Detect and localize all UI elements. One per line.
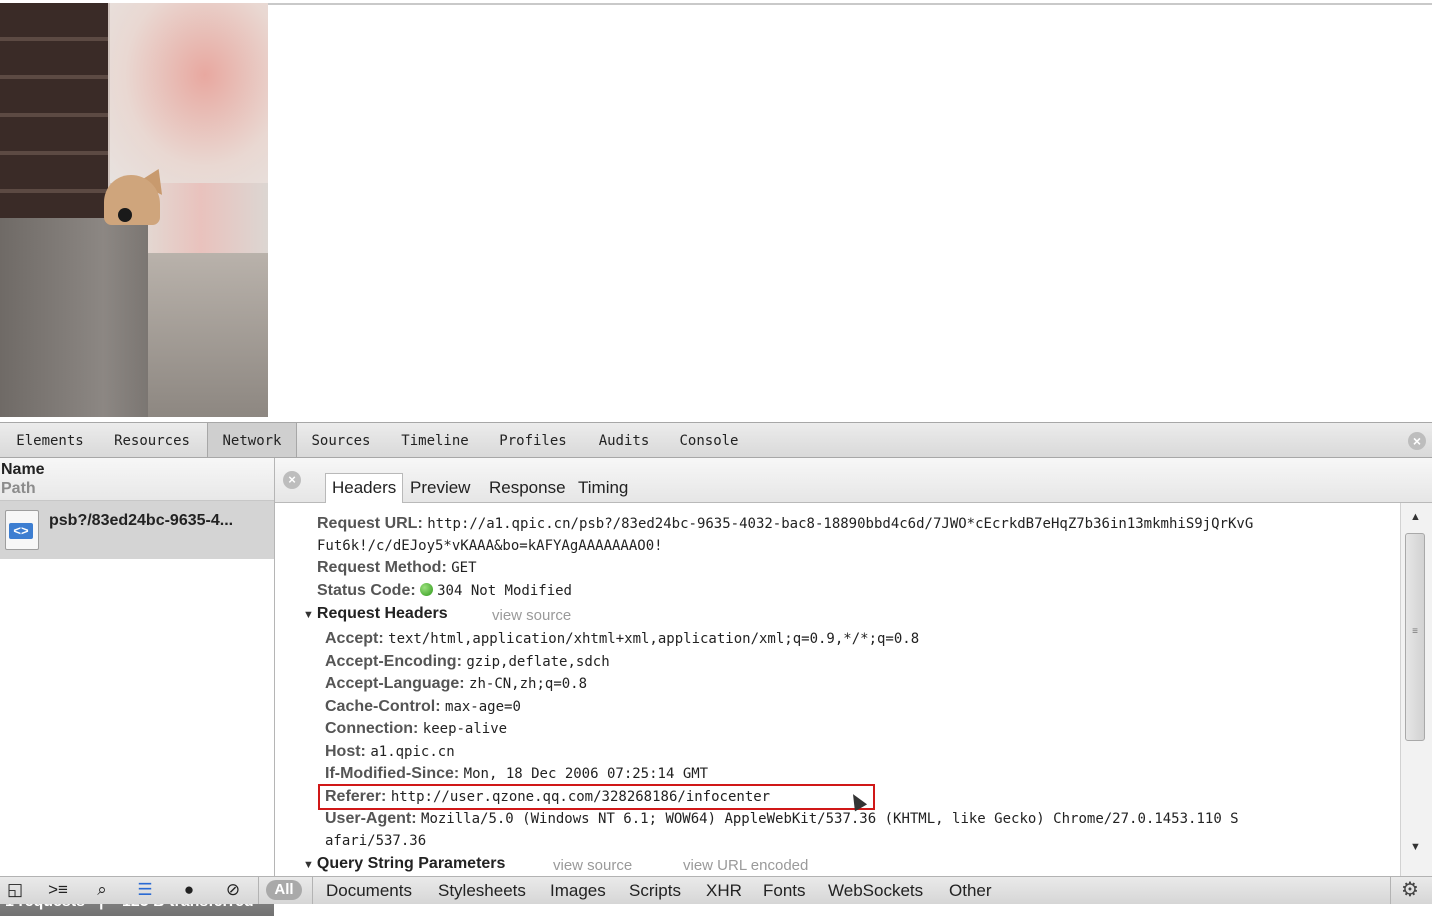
- referer-highlight-box: [318, 784, 875, 810]
- query-view-source-link[interactable]: view source: [553, 857, 632, 875]
- tab-preview[interactable]: Preview: [410, 475, 470, 501]
- filter-all[interactable]: All: [266, 880, 302, 900]
- gear-icon[interactable]: ⚙: [1398, 879, 1422, 901]
- dock-icon[interactable]: ◱: [4, 880, 26, 900]
- devtools-panel: Elements Resources Network Sources Timel…: [0, 418, 1432, 916]
- status-bar: ◱ >≡ ⌕ ☰ ● ⊘ All Documents Stylesheets I…: [0, 876, 1432, 904]
- disclosure-triangle-icon[interactable]: ▼: [303, 859, 314, 871]
- page-viewport: [0, 0, 1432, 418]
- request-headers-section[interactable]: ▼ Request Headers: [303, 605, 448, 623]
- filter-scripts[interactable]: Scripts: [629, 880, 681, 902]
- viewport-border: [268, 3, 1432, 5]
- view-source-link[interactable]: view source: [492, 607, 571, 625]
- header-row: User-Agent: Mozilla/5.0 (Windows NT 6.1;…: [325, 810, 1239, 827]
- tab-network[interactable]: Network: [207, 423, 297, 457]
- name-column-header[interactable]: Name: [1, 461, 45, 479]
- filter-images[interactable]: Images: [550, 880, 606, 902]
- request-row[interactable]: <> psb?/83ed24bc-9635-4...: [0, 501, 274, 559]
- header-row: Accept: text/html,application/xhtml+xml,…: [325, 630, 920, 647]
- scroll-down-arrow-icon[interactable]: ▼: [1410, 841, 1421, 853]
- header-row: Connection: keep-alive: [325, 720, 508, 737]
- header-row: Accept-Language: zh-CN,zh;q=0.8: [325, 675, 588, 692]
- status-ok-icon: [420, 583, 434, 596]
- tab-console[interactable]: Console: [670, 423, 748, 457]
- header-row: Host: a1.qpic.cn: [325, 743, 455, 760]
- cat-photo: [0, 3, 268, 417]
- request-list: Name Path <> psb?/83ed24bc-9635-4... 1 r…: [0, 458, 275, 916]
- headers-content: Request URL: http://a1.qpic.cn/psb?/83ed…: [275, 503, 1399, 876]
- record-icon[interactable]: ●: [178, 880, 200, 900]
- header-row: Cache-Control: max-age=0: [325, 698, 521, 715]
- request-method-row: Request Method: GET: [317, 559, 477, 576]
- request-list-header[interactable]: Name Path: [0, 458, 274, 501]
- status-code-row: Status Code: 304 Not Modified: [317, 582, 572, 599]
- query-params-section[interactable]: ▼ Query String Parameters: [303, 855, 505, 873]
- header-row: Accept-Encoding: gzip,deflate,sdch: [325, 653, 610, 670]
- path-column-header: Path: [1, 480, 36, 497]
- header-row: If-Modified-Since: Mon, 18 Dec 2006 07:2…: [325, 765, 709, 782]
- request-name: psb?/83ed24bc-9635-4...: [49, 512, 234, 529]
- filter-fonts[interactable]: Fonts: [763, 880, 806, 902]
- request-detail: × Headers Preview Response Timing Reques…: [275, 458, 1432, 876]
- html-file-icon: <>: [5, 510, 39, 550]
- filter-xhr[interactable]: XHR: [706, 880, 742, 902]
- tab-profiles[interactable]: Profiles: [490, 423, 576, 457]
- tab-resources[interactable]: Resources: [104, 423, 200, 457]
- filter-other[interactable]: Other: [949, 880, 992, 902]
- tab-response[interactable]: Response: [489, 475, 566, 501]
- close-devtools-icon[interactable]: ×: [1408, 432, 1426, 450]
- tab-timing[interactable]: Timing: [578, 475, 628, 501]
- filter-websockets[interactable]: WebSockets: [828, 880, 923, 902]
- tab-headers[interactable]: Headers: [325, 473, 404, 503]
- detail-scrollbar[interactable]: ▲ ≡ ▼: [1400, 503, 1432, 876]
- user-agent-wrap: afari/537.36: [325, 833, 427, 849]
- request-url-value: http://a1.qpic.cn/psb?/83ed24bc-9635-403…: [427, 516, 1254, 532]
- filter-stylesheets[interactable]: Stylesheets: [438, 880, 526, 902]
- devtools-tabbar: Elements Resources Network Sources Timel…: [0, 422, 1432, 458]
- tab-timeline[interactable]: Timeline: [392, 423, 478, 457]
- view-url-encoded-link[interactable]: view URL encoded: [683, 857, 808, 875]
- search-icon[interactable]: ⌕: [91, 880, 113, 900]
- scroll-thumb[interactable]: ≡: [1405, 533, 1425, 741]
- tab-audits[interactable]: Audits: [590, 423, 658, 457]
- request-url-row: Request URL: http://a1.qpic.cn/psb?/83ed…: [317, 515, 1254, 532]
- console-drawer-icon[interactable]: >≡: [47, 880, 69, 900]
- close-detail-icon[interactable]: ×: [283, 471, 301, 489]
- detail-tabbar: × Headers Preview Response Timing: [275, 458, 1432, 503]
- tab-elements[interactable]: Elements: [6, 423, 94, 457]
- request-url-wrap: Fut6k!/c/dEJoy5*vKAAA&bo=kAFYAgAAAAAAAO0…: [317, 538, 663, 554]
- large-rows-toggle-icon[interactable]: ☰: [134, 880, 156, 900]
- filter-documents[interactable]: Documents: [326, 880, 412, 902]
- scroll-up-arrow-icon[interactable]: ▲: [1410, 511, 1421, 523]
- tab-sources[interactable]: Sources: [302, 423, 380, 457]
- clear-icon[interactable]: ⊘: [222, 880, 244, 900]
- disclosure-triangle-icon[interactable]: ▼: [303, 609, 314, 621]
